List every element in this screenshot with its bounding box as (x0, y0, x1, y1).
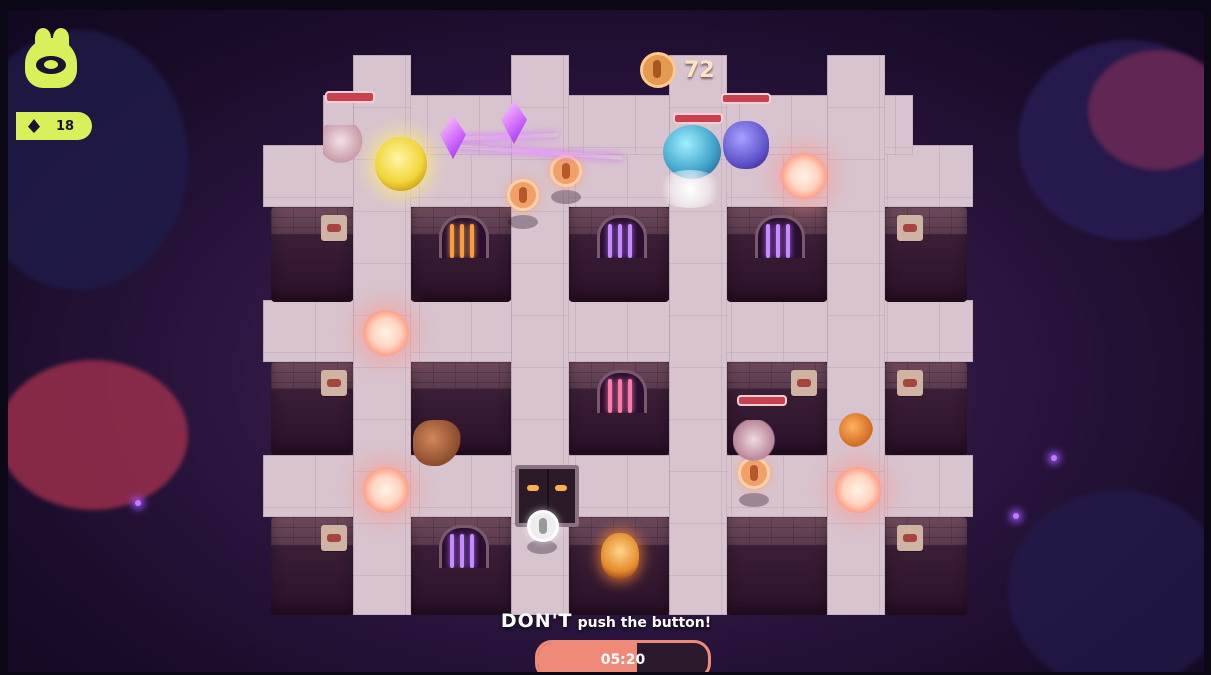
bg-spark (1013, 513, 1019, 519)
coin-counter: 72 (640, 52, 715, 88)
bg-spark (1051, 455, 1057, 461)
game-viewport: 18 72 DON'T push the button! 05:20 (8, 10, 1204, 672)
glowing-lamp (781, 153, 827, 199)
crate-pile (413, 420, 461, 466)
pit (885, 362, 967, 455)
gate-purple (439, 525, 489, 568)
bg-spark (135, 500, 141, 506)
glowing-lamp (835, 467, 881, 513)
pumpkin-pile (839, 413, 873, 447)
gate-purple (755, 215, 805, 258)
bunny-fighter-character (323, 125, 367, 165)
wall-plaque (897, 370, 923, 396)
gem-count: 18 (56, 118, 75, 134)
objective-banner: DON'T push the button! (8, 610, 1204, 632)
button-token[interactable] (527, 510, 559, 542)
wall-plaque (791, 370, 817, 396)
door-eyes (527, 485, 567, 493)
pit-purple-gate (569, 207, 669, 302)
enemy-health-bar (673, 113, 723, 124)
wall-plaque (897, 215, 923, 241)
dungeon-floor (263, 55, 973, 615)
fire-fox-character (601, 533, 639, 579)
player-avatar (21, 28, 81, 92)
token-shadow (739, 493, 769, 507)
armored-enemy (723, 121, 769, 169)
timer-label: 05:20 (600, 652, 646, 668)
coin-icon (640, 52, 676, 88)
token-shadow (551, 190, 581, 204)
coin-token[interactable] (550, 155, 582, 187)
pit (271, 362, 353, 455)
bg-mushroom-red (8, 360, 188, 510)
enemy-health-bar (737, 395, 787, 406)
token-shadow (527, 540, 557, 554)
pit (271, 517, 353, 615)
objective-text: push the button! (577, 615, 712, 631)
bg-vine-bottom-right (1008, 490, 1204, 672)
glowing-lamp (363, 310, 409, 356)
gate-purple (597, 215, 647, 258)
round-timer: 05:20 (535, 640, 711, 672)
pit (727, 517, 827, 615)
coin-count: 72 (684, 57, 715, 83)
player-yellow-character (375, 137, 427, 191)
gate-orange (439, 215, 489, 258)
pit-orange-gate (411, 207, 511, 302)
bunny-fighter-character (733, 420, 779, 464)
enemy-health-bar (721, 93, 771, 104)
pit-purple-gate (727, 207, 827, 302)
floor-col (827, 55, 885, 615)
objective-emphasis: DON'T (500, 610, 573, 632)
wall-plaque (897, 525, 923, 551)
token-shadow (508, 215, 538, 229)
pit (271, 207, 353, 302)
pit (885, 517, 967, 615)
wall-plaque (321, 370, 347, 396)
gate-pink (597, 370, 647, 413)
wall-plaque (321, 215, 347, 241)
pit-pink-gate (569, 362, 669, 455)
wall-plaque (321, 525, 347, 551)
dust-cloud (655, 170, 725, 208)
coin-token[interactable] (507, 179, 539, 211)
pit (885, 207, 967, 302)
enemy-health-bar (325, 91, 375, 103)
gem-counter: 18 (16, 112, 92, 140)
glowing-lamp (363, 467, 409, 513)
pit-purple-gate (411, 517, 511, 615)
gem-icon (28, 119, 40, 133)
